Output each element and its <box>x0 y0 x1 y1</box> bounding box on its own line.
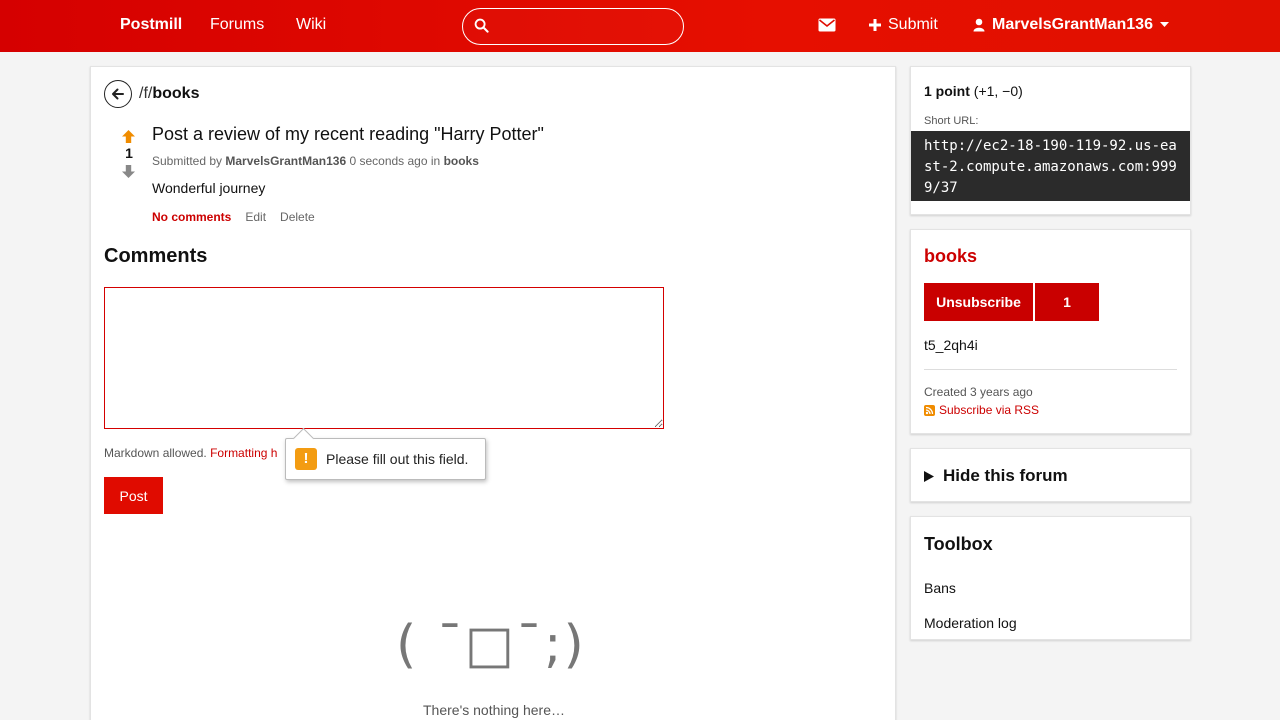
forum-name-link[interactable]: books <box>924 246 977 267</box>
divider <box>924 369 1177 370</box>
rss-label: Subscribe via RSS <box>939 403 1040 417</box>
disclosure-triangle-icon <box>924 470 934 482</box>
upvote-arrow-icon[interactable] <box>121 129 136 144</box>
unsubscribe-button[interactable]: Unsubscribe <box>924 283 1033 321</box>
submit-link[interactable]: Submit <box>869 16 938 34</box>
comments-link[interactable]: No comments <box>152 210 231 224</box>
markdown-allowed-text: Markdown allowed. <box>104 446 207 460</box>
search-box[interactable] <box>462 8 684 45</box>
empty-state-emoticon: ( ¯□¯;) <box>396 615 586 675</box>
back-button[interactable] <box>104 80 132 108</box>
post-meta: Submitted by MarvelsGrantMan136 0 second… <box>152 154 479 168</box>
breadcrumb-forum-link[interactable]: books <box>152 85 199 102</box>
nav-forums-link[interactable]: Forums <box>210 16 264 34</box>
empty-state-text: There's nothing here… <box>423 702 565 718</box>
delete-link[interactable]: Delete <box>280 210 315 224</box>
username-label: MarvelsGrantMan136 <box>992 16 1153 33</box>
points-value: 1 point <box>924 83 970 99</box>
arrow-left-icon <box>112 88 124 100</box>
downvote-arrow-icon[interactable] <box>121 164 136 179</box>
post-time: 0 seconds ago <box>349 154 428 168</box>
short-url-value[interactable]: http://ec2-18-190-119-92.us-east-2.compu… <box>911 131 1190 201</box>
post-actions: No comments Edit Delete <box>152 210 315 224</box>
caret-down-icon <box>1159 22 1169 27</box>
moderation-log-link[interactable]: Moderation log <box>924 615 1017 631</box>
user-icon <box>973 18 985 32</box>
post-comment-button[interactable]: Post <box>104 477 163 514</box>
edit-link[interactable]: Edit <box>245 210 266 224</box>
subscriber-count[interactable]: 1 <box>1035 283 1099 321</box>
validation-tooltip: ! Please fill out this field. <box>285 438 486 480</box>
validation-message: Please fill out this field. <box>326 451 469 467</box>
hide-forum-toggle[interactable]: Hide this forum <box>924 466 1068 486</box>
post-points: 1 point (+1, −0) <box>924 83 1023 99</box>
toolbox-card: Toolbox Bans Moderation log <box>910 516 1191 640</box>
meta-submitted-by: Submitted by <box>152 154 223 168</box>
forum-created: Created 3 years ago <box>924 385 1033 399</box>
post-title[interactable]: Post a review of my recent reading "Harr… <box>152 124 544 145</box>
search-icon <box>474 18 489 33</box>
comment-textarea[interactable] <box>104 287 664 429</box>
meta-in: in <box>430 154 441 168</box>
markdown-note: Markdown allowed. Formatting h <box>104 446 277 460</box>
warning-icon: ! <box>295 448 317 470</box>
bans-link[interactable]: Bans <box>924 580 956 596</box>
post-forum-link[interactable]: books <box>444 154 479 168</box>
formatting-help-link[interactable]: Formatting h <box>210 446 277 460</box>
user-menu[interactable]: MarvelsGrantMan136 <box>973 16 1169 34</box>
brand-link[interactable]: Postmill <box>120 16 182 34</box>
hide-forum-label: Hide this forum <box>943 466 1068 485</box>
score-card: 1 point (+1, −0) Short URL: http://ec2-1… <box>910 66 1191 215</box>
search-input[interactable] <box>497 15 675 39</box>
breadcrumb-prefix: /f/ <box>139 85 153 102</box>
short-url-label: Short URL: <box>924 115 979 127</box>
toolbox-heading: Toolbox <box>924 534 993 554</box>
forum-description: t5_2qh4i <box>924 337 978 353</box>
top-navbar: Postmill Forums Wiki Submit MarvelsGrant… <box>0 0 1280 52</box>
submit-label: Submit <box>888 16 938 33</box>
vote-score: 1 <box>125 145 133 161</box>
rss-link[interactable]: Subscribe via RSS <box>924 403 1039 417</box>
main-content: /f/books 1 Post a review of my recent re… <box>90 66 896 720</box>
hide-forum-card[interactable]: Hide this forum <box>910 448 1191 502</box>
breadcrumb: /f/books <box>139 85 199 103</box>
envelope-icon[interactable] <box>818 17 836 33</box>
plus-icon <box>869 19 881 31</box>
forum-card: books Unsubscribe 1 t5_2qh4i Created 3 y… <box>910 229 1191 434</box>
nav-wiki-link[interactable]: Wiki <box>296 16 326 34</box>
post-author-link[interactable]: MarvelsGrantMan136 <box>225 154 346 168</box>
post-body: Wonderful journey <box>152 180 266 196</box>
comments-heading: Comments <box>104 245 208 267</box>
rss-icon <box>924 404 935 416</box>
points-breakdown: (+1, −0) <box>973 83 1023 99</box>
